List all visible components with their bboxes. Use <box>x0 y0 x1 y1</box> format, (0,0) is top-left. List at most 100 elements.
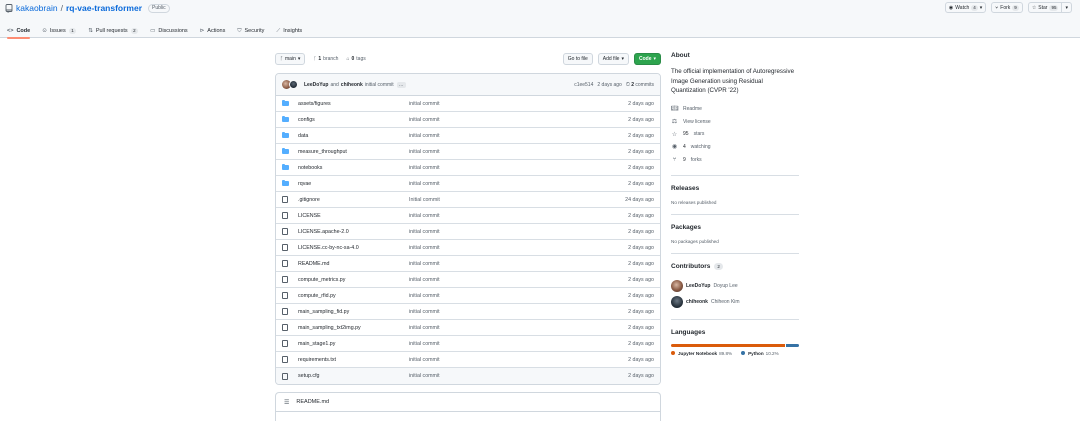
stars-link[interactable]: ☆ 95 stars <box>671 128 799 141</box>
file-commit-message-link[interactable]: initial commit <box>409 133 604 139</box>
go-to-file-button[interactable]: Go to file <box>562 52 593 65</box>
avatar[interactable] <box>289 79 298 89</box>
file-row[interactable]: configs initial commit 2 days ago <box>276 112 660 128</box>
file-name-link[interactable]: LICENSE <box>298 213 409 219</box>
file-name-link[interactable]: main_sampling_txt2img.py <box>298 325 409 331</box>
file-row[interactable]: setup.cfg initial commit 2 days ago <box>276 368 660 384</box>
file-commit-age: 24 days ago <box>625 196 654 203</box>
file-commit-message-link[interactable]: initial commit <box>409 117 604 123</box>
releases-heading[interactable]: Releases <box>671 185 799 192</box>
file-commit-message-link[interactable]: initial commit <box>409 261 604 267</box>
license-link[interactable]: ⚖︎ View license <box>671 115 799 128</box>
file-name-link[interactable]: .gitignore <box>298 197 409 203</box>
file-name-link[interactable]: configs <box>298 117 409 123</box>
file-row[interactable]: README.md initial commit 2 days ago <box>276 256 660 272</box>
language-item[interactable]: Jupyter Notebook 89.8% <box>671 350 732 356</box>
file-name-link[interactable]: compute_rfid.py <box>298 293 409 299</box>
file-commit-message-link[interactable]: initial commit <box>409 293 604 299</box>
packages-heading[interactable]: Packages <box>671 224 799 231</box>
file-commit-message-link[interactable]: initial commit <box>409 325 604 331</box>
file-row[interactable]: LICENSE.cc-by-nc-sa-4.0 initial commit 2 d… <box>276 240 660 256</box>
file-commit-age: 2 days ago <box>628 116 654 123</box>
avatar[interactable] <box>671 295 683 308</box>
branches-link[interactable]: ᚴ 1 branch <box>313 56 338 62</box>
watching-link[interactable]: ◉ 4 watching <box>671 141 799 154</box>
contributor-item[interactable]: chiheonk Chiheon Kim <box>671 294 799 310</box>
file-commit-message-link[interactable]: Initial commit <box>409 197 604 203</box>
file-name-link[interactable]: main_sampling_fid.py <box>298 309 409 315</box>
file-row[interactable]: .gitignore Initial commit 24 days ago <box>276 192 660 208</box>
file-commit-message-link[interactable]: initial commit <box>409 181 604 187</box>
file-name-link[interactable]: LICENSE.apache-2.0 <box>298 229 409 235</box>
commit-hash-link[interactable]: c1ee514 <box>574 82 593 88</box>
file-row[interactable]: rqvae initial commit 2 days ago <box>276 176 660 192</box>
readme-link[interactable]: 📖︎ Readme <box>671 103 799 116</box>
tab-insights[interactable]: ⟋ Insights <box>276 26 302 36</box>
file-name-link[interactable]: README.md <box>298 261 409 267</box>
file-row[interactable]: requirements.txt initial commit 2 days ago <box>276 352 660 368</box>
file-commit-message-link[interactable]: initial commit <box>409 309 604 315</box>
file-row[interactable]: notebooks initial commit 2 days ago <box>276 160 660 176</box>
file-name-link[interactable]: notebooks <box>298 165 409 171</box>
contributor-login[interactable]: LeeDoYup <box>686 283 710 289</box>
file-row[interactable]: LICENSE.apache-2.0 initial commit 2 days a… <box>276 224 660 240</box>
commit-expand-button[interactable]: … <box>396 81 406 88</box>
file-name-link[interactable]: setup.cfg <box>298 373 409 379</box>
contributor-item[interactable]: LeeDoYup Doyup Lee <box>671 278 799 294</box>
file-row[interactable]: compute_metrics.py initial commit 2 days a… <box>276 272 660 288</box>
file-commit-message-link[interactable]: initial commit <box>409 341 604 347</box>
file-row[interactable]: LICENSE initial commit 2 days ago <box>276 208 660 224</box>
repo-owner-link[interactable]: kakaobrain <box>16 3 58 13</box>
file-commit-message-link[interactable]: initial commit <box>409 213 604 219</box>
commit-coauthor-link[interactable]: chiheonk <box>341 82 363 88</box>
contributors-heading[interactable]: Contributors 2 <box>671 262 799 270</box>
watch-button[interactable]: ◉ Watch 4 ▾ <box>944 2 987 13</box>
file-name-link[interactable]: data <box>298 133 409 139</box>
tab-code[interactable]: <> Code <box>7 26 31 39</box>
file-row[interactable]: data initial commit 2 days ago <box>276 128 660 144</box>
file-commit-message-link[interactable]: initial commit <box>409 373 604 379</box>
tab-issues[interactable]: ⊙ Issues 1 <box>42 26 77 36</box>
file-commit-message-link[interactable]: initial commit <box>409 101 604 107</box>
code-button[interactable]: Code ▾ <box>633 52 661 65</box>
file-commit-message-link[interactable]: initial commit <box>409 149 604 155</box>
file-name-link[interactable]: LICENSE.cc-by-nc-sa-4.0 <box>298 245 409 251</box>
star-dropdown-chevron-icon[interactable]: ▾ <box>1065 5 1068 11</box>
file-commit-message-link[interactable]: initial commit <box>409 229 604 235</box>
star-button[interactable]: ☆ Star 95 ▾ <box>1027 2 1072 13</box>
contributor-login[interactable]: chiheonk <box>686 299 708 305</box>
file-row[interactable]: main_stage1.py initial commit 2 days ago <box>276 336 660 352</box>
file-commit-message-link[interactable]: initial commit <box>409 277 604 283</box>
tab-discussions[interactable]: ▭ Discussions <box>150 26 188 36</box>
list-icon[interactable]: ☰ <box>284 399 289 406</box>
file-row[interactable]: main_sampling_fid.py initial commit 2 days… <box>276 304 660 320</box>
file-name-link[interactable]: main_stage1.py <box>298 341 409 347</box>
file-commit-message-link[interactable]: initial commit <box>409 165 604 171</box>
file-commit-message-link[interactable]: initial commit <box>409 245 604 251</box>
language-item[interactable]: Python 10.2% <box>741 350 779 356</box>
file-row[interactable]: measure_throughput initial commit 2 days a… <box>276 144 660 160</box>
repo-name-link[interactable]: rq-vae-transformer <box>66 3 142 13</box>
file-name-link[interactable]: compute_metrics.py <box>298 277 409 283</box>
avatar[interactable] <box>671 279 683 292</box>
tag-icon: ⌂ <box>346 55 350 62</box>
tab-actions[interactable]: ⊳ Actions <box>200 26 226 36</box>
file-commit-message-link[interactable]: initial commit <box>409 357 604 363</box>
file-name-link[interactable]: assets/figures <box>298 101 409 107</box>
tags-link[interactable]: ⌂ 0 tags <box>346 56 365 62</box>
commit-message-link[interactable]: initial commit <box>365 82 394 88</box>
file-row[interactable]: compute_rfid.py initial commit 2 days ago <box>276 288 660 304</box>
file-row[interactable]: assets/figures initial commit 2 days ago <box>276 96 660 112</box>
file-name-link[interactable]: measure_throughput <box>298 149 409 155</box>
commit-author-link[interactable]: LeeDoYup <box>304 82 328 88</box>
file-row[interactable]: main_sampling_txt2img.py initial commit 2 … <box>276 320 660 336</box>
forks-link[interactable]: ⑂ 9 forks <box>671 153 799 166</box>
add-file-button[interactable]: Add file ▾ <box>597 52 629 65</box>
tab-pull-requests[interactable]: ⇅ Pull requests 2 <box>88 26 139 36</box>
commits-link[interactable]: 🕓︎ 2 commits <box>626 82 654 88</box>
file-name-link[interactable]: requirements.txt <box>298 357 409 363</box>
branch-select-button[interactable]: ᚴ main ▾ <box>275 52 306 65</box>
tab-security[interactable]: ⛉ Security <box>237 26 264 36</box>
file-name-link[interactable]: rqvae <box>298 181 409 187</box>
fork-button[interactable]: ⑂ Fork 9 <box>991 2 1023 13</box>
